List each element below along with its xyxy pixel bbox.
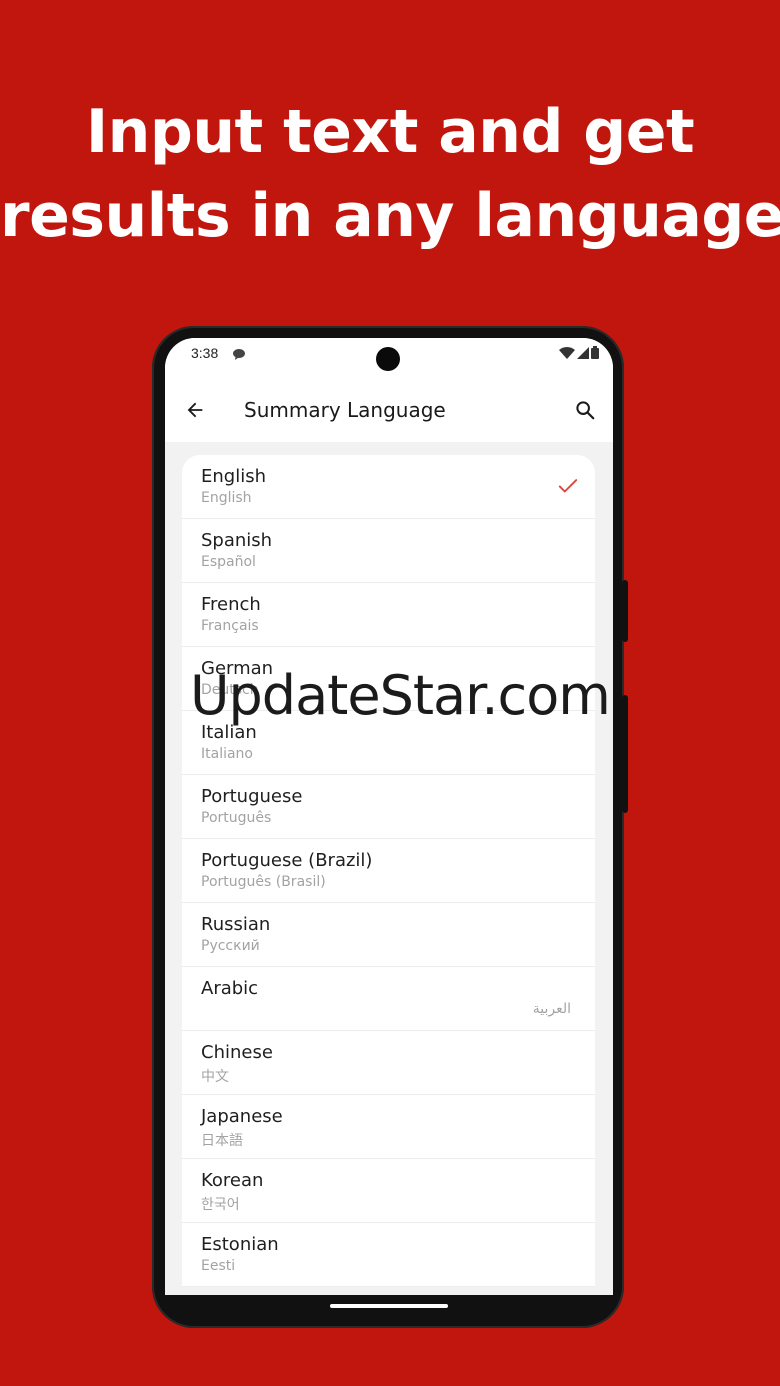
phone-volume-button (622, 695, 628, 813)
language-item-chinese[interactable]: Chinese 中文 (182, 1031, 595, 1095)
language-item-arabic[interactable]: Arabic العربية (182, 967, 595, 1031)
app-bar: Summary Language (165, 378, 613, 442)
search-button[interactable] (571, 396, 599, 424)
language-native-name: Italiano (201, 746, 253, 762)
headline-line-1: Input text and get (85, 97, 695, 167)
language-name: Japanese (201, 1106, 283, 1127)
language-list: English English Spanish Español French F… (182, 455, 595, 1287)
language-item-korean[interactable]: Korean 한국어 (182, 1159, 595, 1223)
phone-power-button (622, 580, 628, 642)
camera-cutout (376, 347, 400, 371)
message-icon (233, 347, 245, 360)
language-item-english[interactable]: English English (182, 455, 595, 519)
language-native-name: Français (201, 618, 259, 634)
language-item-portuguese-brazil[interactable]: Portuguese (Brazil) Português (Brasil) (182, 839, 595, 903)
gesture-nav-handle[interactable] (330, 1304, 448, 1308)
language-native-name: Eesti (201, 1258, 236, 1274)
check-icon (558, 479, 578, 493)
signal-icon (577, 346, 589, 364)
status-icons (559, 346, 599, 364)
language-native-name: Русский (201, 938, 260, 954)
language-name: Estonian (201, 1234, 279, 1255)
language-name: English (201, 466, 266, 487)
language-native-name: 한국어 (201, 1197, 240, 1213)
language-item-portuguese[interactable]: Portuguese Português (182, 775, 595, 839)
language-name: Portuguese (201, 786, 303, 807)
language-name: Arabic (201, 978, 259, 999)
language-item-estonian[interactable]: Estonian Eesti (182, 1223, 595, 1287)
language-native-name: Português (201, 810, 272, 826)
arrow-left-icon (187, 402, 203, 418)
language-native-name: 日本語 (201, 1133, 243, 1149)
search-icon (576, 401, 595, 420)
language-native-name: العربية (532, 1001, 571, 1017)
wifi-icon (559, 346, 575, 364)
watermark: UpdateStar.com (190, 664, 611, 727)
language-name: Portuguese (Brazil) (201, 850, 373, 871)
language-item-spanish[interactable]: Spanish Español (182, 519, 595, 583)
back-button[interactable] (181, 396, 209, 424)
language-native-name: Español (201, 554, 256, 570)
phone-screen: 3:38 Summary Language English English Sp… (165, 338, 613, 1295)
language-item-japanese[interactable]: Japanese 日本語 (182, 1095, 595, 1159)
battery-icon (591, 346, 599, 364)
language-name: Russian (201, 914, 271, 935)
language-native-name: English (201, 490, 252, 506)
language-item-french[interactable]: French Français (182, 583, 595, 647)
headline-line-2: results in any language (0, 181, 780, 251)
language-name: Spanish (201, 530, 273, 551)
status-bar: 3:38 (165, 338, 613, 378)
language-item-russian[interactable]: Russian Русский (182, 903, 595, 967)
language-native-name: Português (Brasil) (201, 874, 326, 890)
language-name: Korean (201, 1170, 264, 1191)
status-time: 3:38 (191, 345, 219, 361)
headline: Input text and get results in any langua… (0, 90, 780, 258)
language-name: French (201, 594, 261, 615)
language-name: Chinese (201, 1042, 273, 1063)
language-native-name: 中文 (201, 1069, 229, 1085)
page-title: Summary Language (244, 398, 446, 422)
